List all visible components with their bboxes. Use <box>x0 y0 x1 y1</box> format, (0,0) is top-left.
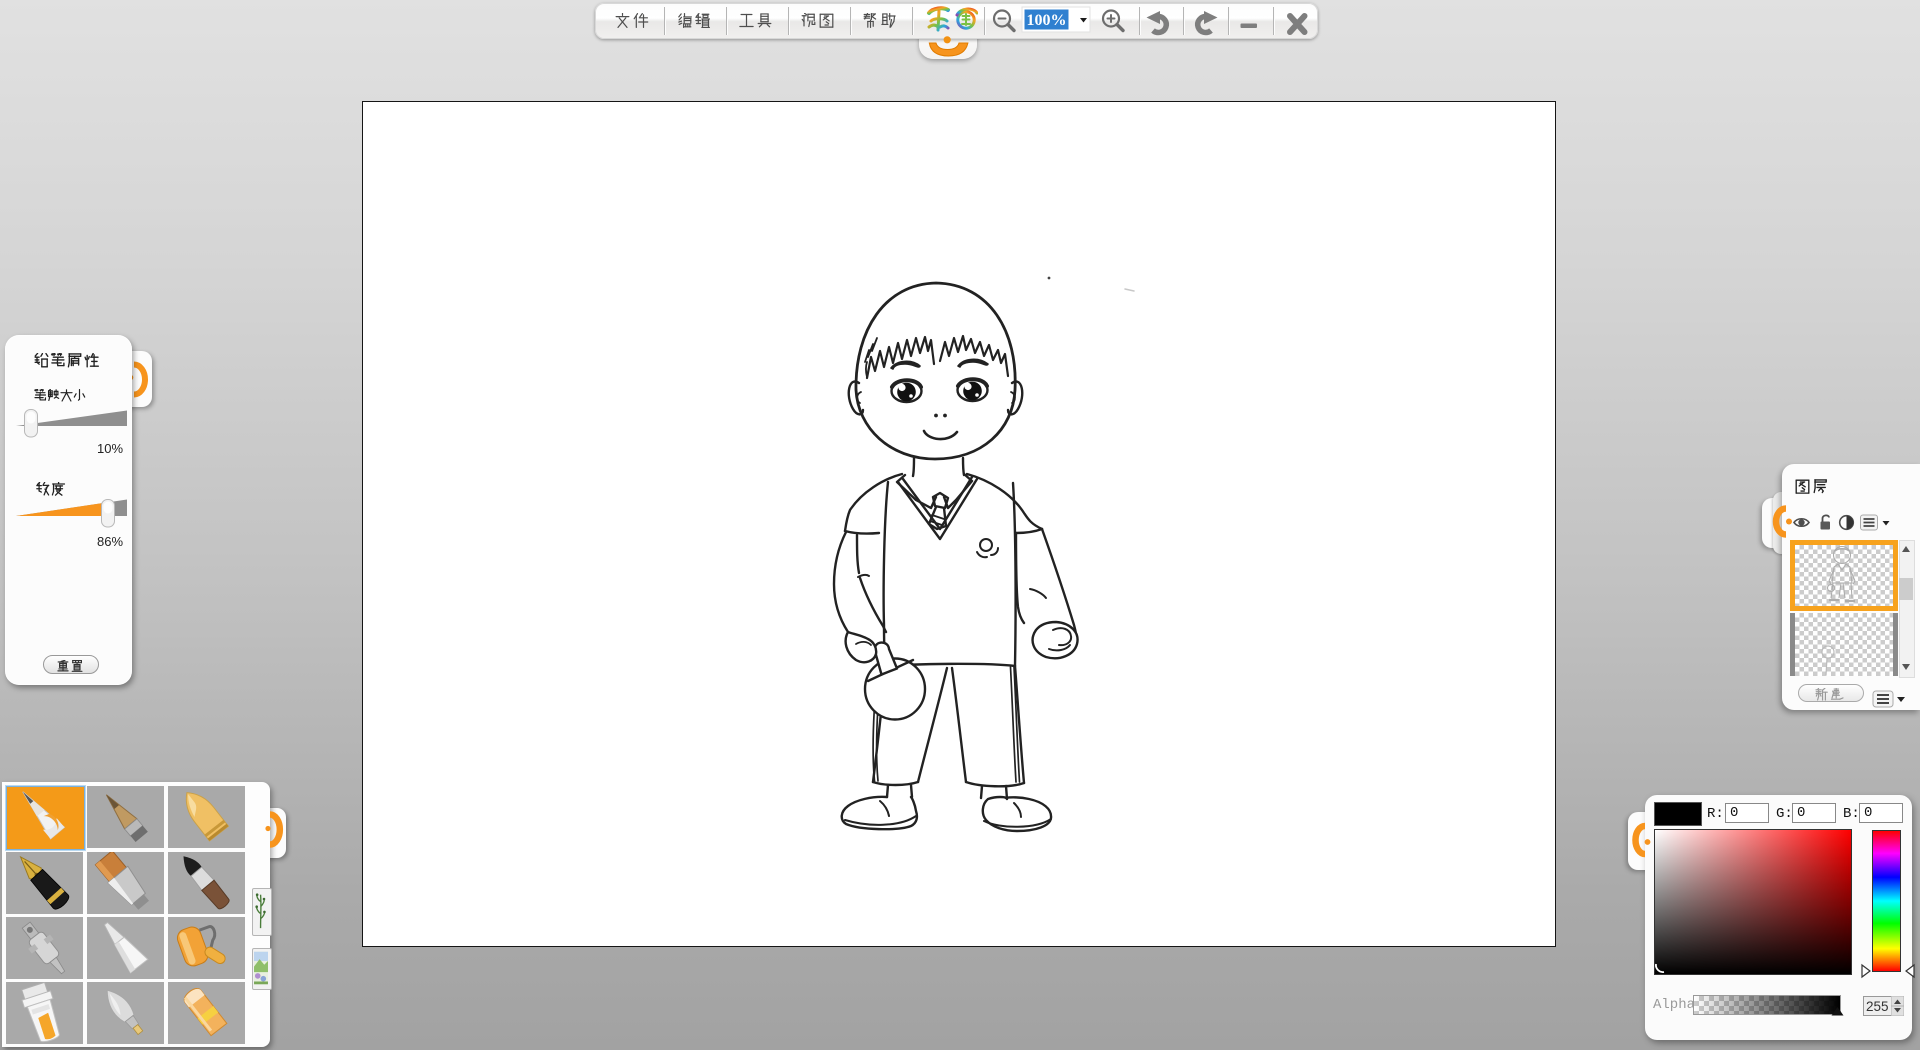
svg-text:100%: 100% <box>1027 12 1067 29</box>
